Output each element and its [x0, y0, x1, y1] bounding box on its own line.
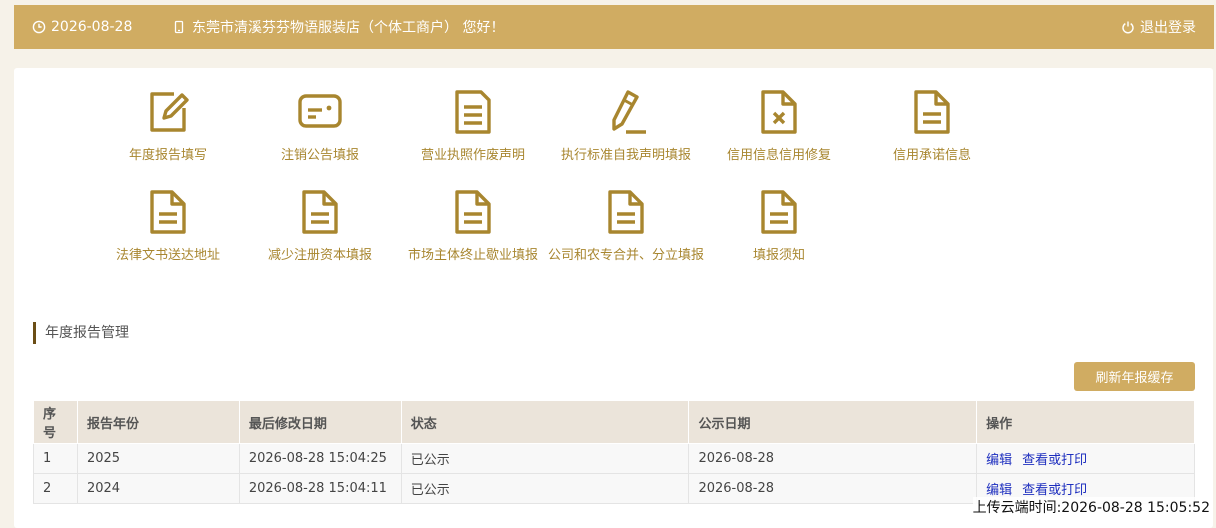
shop-greeting: 东莞市清溪芬芬物语服装店（个体工商户） 您好！ — [172, 5, 504, 49]
header-status: 状态 — [400, 400, 690, 444]
document-icon — [455, 90, 491, 134]
tile-capital-reduction[interactable]: 减少注册资本填报 — [240, 188, 400, 268]
tile-label: 法律文书送达地址 — [115, 248, 220, 263]
cell-actions: 编辑 查看或打印 — [976, 443, 1195, 474]
cell-status: 已公示 — [400, 443, 690, 474]
cell-year: 2025 — [76, 443, 240, 474]
tile-label: 填报须知 — [752, 248, 805, 263]
table-header-row: 序号 报告年份 最后修改日期 状态 公示日期 操作 — [33, 400, 1195, 444]
tile-label: 营业执照作废声明 — [420, 148, 525, 163]
section-title: 年度报告管理 — [33, 322, 129, 344]
document-icon — [150, 190, 186, 234]
clock-icon — [32, 20, 46, 34]
top-bar: 2026-08-28 东莞市清溪芬芬物语服装店（个体工商户） 您好！ 退出登录 — [14, 5, 1214, 49]
logout-button[interactable]: 退出登录 — [1121, 5, 1196, 49]
tile-merger-split[interactable]: 公司和农专合并、分立填报 — [546, 188, 706, 268]
cell-modified: 2026-08-28 15:04:25 — [238, 443, 402, 474]
header-pub-date: 公示日期 — [688, 400, 978, 444]
document-icon — [608, 190, 644, 234]
tile-business-termination[interactable]: 市场主体终止歇业填报 — [393, 188, 553, 268]
edit-document-icon — [150, 92, 189, 132]
document-icon — [761, 190, 797, 234]
upload-time-label: 上传云端时间:2026-08-28 15:05:52 — [972, 497, 1210, 517]
power-icon — [1122, 21, 1134, 34]
cell-no: 2 — [33, 473, 78, 504]
tile-standard-declaration[interactable]: 执行标准自我声明填报 — [546, 88, 706, 168]
header-year: 报告年份 — [76, 400, 240, 444]
tile-legal-address[interactable]: 法律文书送达地址 — [88, 188, 248, 268]
tile-annual-report[interactable]: 年度报告填写 — [88, 88, 248, 168]
pencil-icon — [612, 90, 646, 134]
tile-credit-promise[interactable]: 信用承诺信息 — [852, 88, 1012, 168]
tile-credit-repair[interactable]: 信用信息信用修复 — [699, 88, 859, 168]
document-icon — [302, 190, 338, 234]
tile-label: 减少注册资本填报 — [267, 248, 372, 263]
cell-status: 已公示 — [400, 473, 690, 504]
header-date: 2026-08-28 — [32, 5, 132, 49]
cell-no: 1 — [33, 443, 78, 474]
tile-label: 公司和农专合并、分立填报 — [547, 248, 704, 263]
logout-label: 退出登录 — [1140, 20, 1196, 36]
tile-label: 年度报告填写 — [128, 148, 207, 163]
id-card-icon — [298, 94, 342, 128]
main-panel: 年度报告填写 注销公告填报 营业执照作废声明 执行标准自我声明填报 信用信息信用… — [14, 68, 1213, 528]
tile-label: 注销公告填报 — [280, 148, 359, 163]
document-icon — [455, 190, 491, 234]
annual-report-table: 序号 报告年份 最后修改日期 状态 公示日期 操作 1 2025 2026-08… — [33, 400, 1195, 504]
tile-label: 市场主体终止歇业填报 — [407, 248, 538, 263]
refresh-cache-button[interactable]: 刷新年报缓存 — [1074, 362, 1195, 391]
view-print-link[interactable]: 查看或打印 — [1022, 483, 1087, 498]
header-modified: 最后修改日期 — [238, 400, 402, 444]
edit-link[interactable]: 编辑 — [986, 483, 1012, 498]
document-icon — [914, 90, 950, 134]
edit-link[interactable]: 编辑 — [986, 453, 1012, 468]
tile-license-void[interactable]: 营业执照作废声明 — [393, 88, 553, 168]
header-no: 序号 — [33, 400, 78, 444]
document-x-icon — [761, 90, 797, 134]
table-row: 1 2025 2026-08-28 15:04:25 已公示 2026-08-2… — [33, 443, 1195, 474]
tile-filing-guide[interactable]: 填报须知 — [699, 188, 859, 268]
header-actions: 操作 — [976, 400, 1195, 444]
cell-year: 2024 — [76, 473, 240, 504]
header-date-text: 2026-08-28 — [51, 19, 133, 35]
cell-modified: 2026-08-28 15:04:11 — [238, 473, 402, 504]
phone-icon — [174, 20, 184, 34]
tile-label: 信用承诺信息 — [892, 148, 971, 163]
tile-label: 信用信息信用修复 — [726, 148, 831, 163]
tile-label: 执行标准自我声明填报 — [560, 148, 691, 163]
shop-greeting-text: 东莞市清溪芬芬物语服装店（个体工商户） 您好！ — [192, 20, 505, 36]
cell-pub-date: 2026-08-28 — [688, 473, 978, 504]
cell-pub-date: 2026-08-28 — [688, 443, 978, 474]
tile-cancel-notice[interactable]: 注销公告填报 — [240, 88, 400, 168]
view-print-link[interactable]: 查看或打印 — [1022, 453, 1087, 468]
